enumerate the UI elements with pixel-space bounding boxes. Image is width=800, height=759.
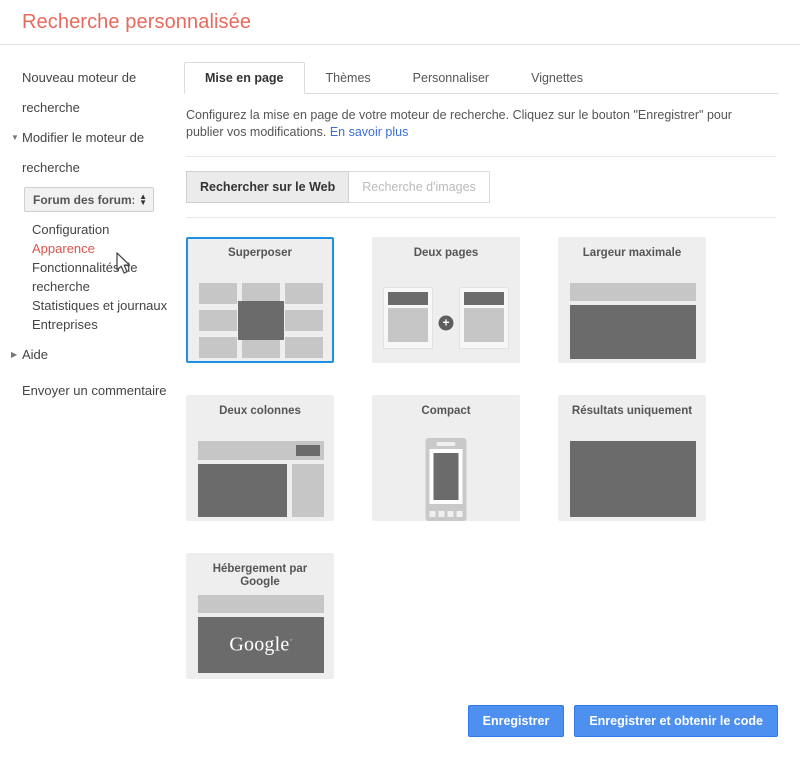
layout-card-title: Deux colonnes: [219, 405, 301, 417]
layout-card-title: Compact: [421, 405, 471, 417]
sidebar-item-fonctionnalites[interactable]: Fonctionnalités de recherche: [32, 258, 176, 296]
divider-bottom: [186, 217, 776, 218]
spinner-arrows-icon: ▲ ▼: [139, 191, 147, 207]
save-and-get-code-button[interactable]: Enregistrer et obtenir le code: [574, 705, 778, 737]
layout-card-hebergement-google[interactable]: Hébergement par Google Google·: [186, 553, 334, 679]
sidebar-item-help[interactable]: ▶ Aide: [10, 340, 176, 370]
divider-top: [186, 156, 776, 157]
sidebar-item-new-engine[interactable]: Nouveau moteur de recherche: [10, 63, 176, 123]
layout-thumb-superposer: [195, 279, 325, 367]
thumb-block: [198, 464, 287, 517]
sidebar-item-label: Modifier le moteur de recherche: [22, 130, 145, 175]
description-text: Configurez la mise en page de votre mote…: [184, 94, 759, 141]
tab-bar: Mise en page Thèmes Personnaliser Vignet…: [184, 62, 778, 94]
thumb-page-right: [459, 287, 509, 349]
thumb-block: [199, 283, 237, 304]
layout-card-title: Largeur maximale: [582, 247, 682, 259]
thumb-block: [242, 337, 280, 358]
google-wordmark-text: Google: [229, 633, 290, 656]
layout-card-compact[interactable]: Compact: [372, 395, 520, 521]
engine-select-wrapper: Forum des forum: ▲ ▼: [10, 183, 176, 216]
layout-card-title: Superposer: [228, 247, 292, 259]
thumb-block: [198, 595, 324, 613]
body-wrapper: Nouveau moteur de recherche ▼ Modifier l…: [0, 45, 800, 759]
sidebar-item-feedback[interactable]: Envoyer un commentaire: [10, 376, 176, 406]
sidebar-item-statistiques[interactable]: Statistiques et journaux: [32, 296, 176, 315]
segment-image-search[interactable]: Recherche d'images: [349, 171, 490, 203]
thumb-block: [570, 441, 696, 517]
tab-mise-en-page[interactable]: Mise en page: [184, 62, 305, 94]
google-wordmark: Google·: [229, 633, 293, 656]
description-body: Configurez la mise en page de votre mote…: [186, 108, 732, 139]
phone-speaker: [436, 442, 456, 446]
thumb-block: [464, 308, 504, 342]
plus-icon: +: [438, 315, 454, 331]
layout-card-superposer[interactable]: Superposer: [186, 237, 334, 363]
sidebar-item-label: Aide: [22, 347, 49, 362]
phone-buttons: [429, 511, 463, 517]
save-button[interactable]: Enregistrer: [467, 705, 565, 737]
layout-card-resultats-uniquement[interactable]: Résultats uniquement: [558, 395, 706, 521]
thumb-block: [388, 308, 428, 342]
layout-thumb-resultats-uniquement: [567, 437, 697, 525]
layout-thumb-deux-colonnes: [195, 437, 325, 525]
sidebar-item-configuration[interactable]: Configuration: [32, 220, 176, 239]
sidebar: Nouveau moteur de recherche ▼ Modifier l…: [0, 45, 176, 759]
sidebar-item-label: Envoyer un commentaire: [22, 383, 167, 398]
tab-personnaliser[interactable]: Personnaliser: [392, 62, 510, 94]
layout-thumb-deux-pages: +: [381, 279, 511, 367]
search-type-toggle: Rechercher sur le Web Recherche d'images: [186, 171, 778, 203]
layout-thumb-hebergement-google: Google·: [195, 595, 325, 683]
layout-card-title: Hébergement par Google: [212, 563, 308, 588]
thumb-block: [296, 445, 320, 456]
main-content: Mise en page Thèmes Personnaliser Vignet…: [176, 45, 800, 759]
sidebar-item-apparence[interactable]: Apparence: [32, 239, 176, 258]
page-header: Recherche personnalisée: [0, 0, 800, 45]
layout-card-deux-colonnes[interactable]: Deux colonnes: [186, 395, 334, 521]
engine-select[interactable]: Forum des forum: ▲ ▼: [24, 187, 154, 212]
layout-card-deux-pages[interactable]: Deux pages +: [372, 237, 520, 363]
thumb-block: Google·: [198, 617, 324, 673]
phone-screen: [433, 453, 459, 500]
mobile-phone-icon: [425, 438, 467, 521]
layout-card-title: Deux pages: [413, 247, 479, 259]
thumb-block: [199, 310, 237, 331]
tab-themes[interactable]: Thèmes: [305, 62, 392, 94]
triangle-right-icon: ▶: [11, 350, 18, 359]
thumb-block: [285, 337, 323, 358]
thumb-block: [570, 305, 696, 359]
learn-more-link[interactable]: En savoir plus: [330, 125, 409, 139]
sidebar-subnav: Configuration Apparence Fonctionnalités …: [10, 216, 176, 340]
thumb-block: [464, 292, 504, 305]
layout-thumb-compact: [381, 437, 511, 525]
thumb-overlay-block: [238, 301, 284, 340]
thumb-page-left: [383, 287, 433, 349]
thumb-block: [388, 292, 428, 305]
layout-card-grid: Superposer Deux pages + Largeur maximale…: [186, 237, 756, 711]
engine-select-value: Forum des forum:: [33, 192, 135, 207]
segment-web-search[interactable]: Rechercher sur le Web: [186, 171, 350, 203]
thumb-block: [199, 337, 237, 358]
layout-card-title: Résultats uniquement: [571, 405, 693, 417]
page-title: Recherche personnalisée: [22, 10, 252, 33]
layout-thumb-largeur-maximale: [567, 279, 697, 367]
thumb-block: [285, 283, 323, 304]
sidebar-item-label: Nouveau moteur de recherche: [22, 70, 137, 115]
tab-vignettes[interactable]: Vignettes: [510, 62, 604, 94]
layout-card-largeur-maximale[interactable]: Largeur maximale: [558, 237, 706, 363]
sidebar-item-edit-engine[interactable]: ▼ Modifier le moteur de recherche: [10, 123, 176, 183]
thumb-block: [292, 464, 324, 517]
thumb-block: [285, 310, 323, 331]
sidebar-item-entreprises[interactable]: Entreprises: [32, 315, 176, 334]
thumb-block: [570, 283, 696, 301]
triangle-down-icon: ▼: [11, 133, 19, 142]
footer-actions: Enregistrer Enregistrer et obtenir le co…: [467, 705, 778, 737]
